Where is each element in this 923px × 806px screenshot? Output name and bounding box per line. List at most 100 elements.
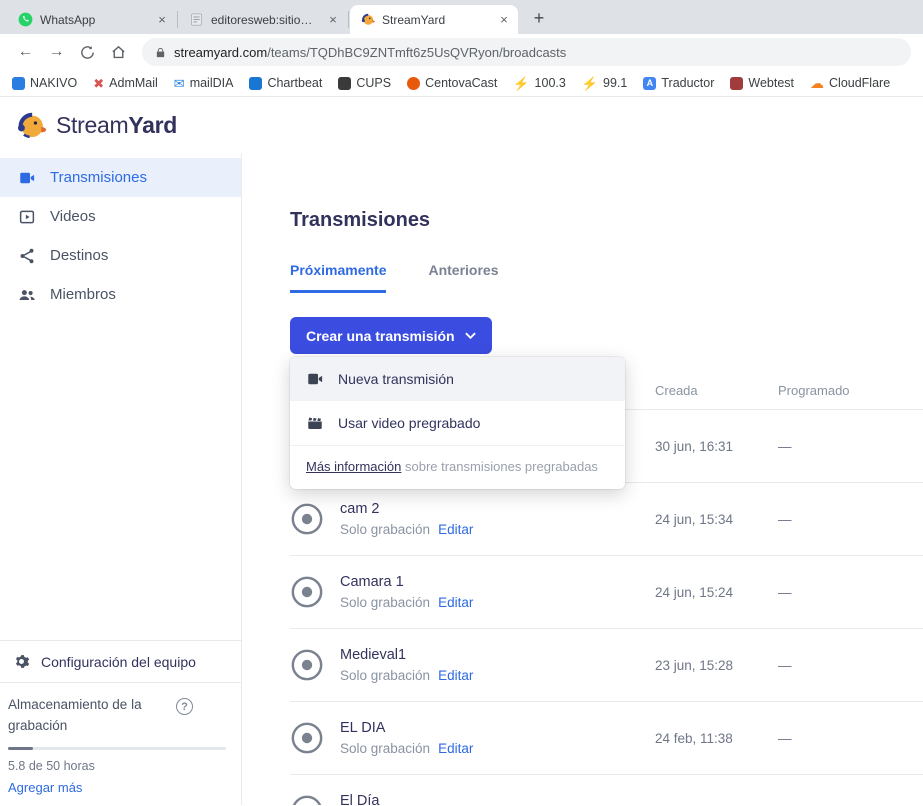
table-row[interactable]: EL DIA Solo grabaciónEditar 24 feb, 11:3… — [290, 702, 923, 775]
whatsapp-icon — [18, 12, 33, 27]
tab-title: WhatsApp — [40, 13, 147, 27]
bookmark-centovacast[interactable]: CentovaCast — [407, 76, 497, 90]
tab-whatsapp[interactable]: WhatsApp × — [8, 5, 176, 34]
broadcast-cell: EL DIA Solo grabaciónEditar — [290, 720, 655, 756]
close-tab-icon[interactable]: × — [496, 12, 512, 28]
new-tab-button[interactable]: + — [526, 5, 552, 31]
more-info-link[interactable]: Más información — [306, 459, 401, 474]
url-path: /teams/TQDhBC9ZNTmft6z5UsQVRyon/broadcas… — [267, 45, 566, 60]
streamyard-logo-icon[interactable] — [14, 109, 47, 142]
back-icon[interactable]: ← — [12, 39, 39, 66]
column-header-scheduled: Programado — [778, 383, 923, 398]
tab-title: StreamYard — [382, 13, 489, 27]
created-date: 24 jun, 15:24 — [655, 585, 778, 600]
url-text: streamyard.com/teams/TQDhBC9ZNTmft6z5UsQ… — [174, 45, 566, 60]
menu-item-label: Nueva transmisión — [338, 371, 454, 387]
chartbeat-icon — [249, 77, 262, 90]
bookmark-nakivo[interactable]: NAKIVO — [12, 76, 77, 90]
bookmark-cloudflare[interactable]: ☁CloudFlare — [810, 76, 890, 90]
broadcast-title: cam 2 — [340, 501, 473, 517]
menu-item-new-broadcast[interactable]: Nueva transmisión — [290, 357, 625, 401]
broadcast-type: Solo grabación — [340, 668, 430, 683]
sidebar-item-label: Transmisiones — [50, 169, 147, 186]
storage-progress-fill — [8, 747, 33, 750]
scheduled-date: — — [778, 658, 923, 673]
edit-link[interactable]: Editar — [438, 522, 473, 537]
close-tab-icon[interactable]: × — [325, 12, 341, 28]
bookmark-100-3[interactable]: ⚡100.3 — [513, 76, 565, 90]
table-row[interactable]: Camara 1 Solo grabaciónEditar 24 jun, 15… — [290, 556, 923, 629]
video-camera-icon — [306, 370, 324, 388]
scheduled-date: — — [778, 512, 923, 527]
create-broadcast-button[interactable]: Crear una transmisión — [290, 317, 492, 354]
webtest-icon — [730, 77, 743, 90]
bookmark-99-1[interactable]: ⚡99.1 — [582, 76, 628, 90]
tab-separator — [348, 11, 349, 28]
created-date: 24 jun, 15:34 — [655, 512, 778, 527]
bookmark-webtest[interactable]: Webtest — [730, 76, 794, 90]
streamyard-duck-icon — [360, 12, 375, 27]
record-icon — [290, 648, 324, 682]
centovacast-icon — [407, 77, 420, 90]
record-icon — [290, 575, 324, 609]
forward-icon[interactable]: → — [43, 39, 70, 66]
lightning-icon: ⚡ — [513, 77, 529, 90]
mail-x-icon: ✖ — [93, 77, 104, 90]
menu-item-label: Usar video pregrabado — [338, 415, 480, 431]
nakivo-icon — [12, 77, 25, 90]
tab-separator — [177, 11, 178, 28]
sidebar-item-destinos[interactable]: Destinos — [0, 236, 241, 275]
sidebar-item-videos[interactable]: Videos — [0, 197, 241, 236]
storage-progress-bar — [8, 747, 226, 750]
url-omnibox[interactable]: streamyard.com/teams/TQDhBC9ZNTmft6z5UsQ… — [142, 38, 911, 66]
created-date: 30 jun, 16:31 — [655, 439, 778, 454]
table-row[interactable]: cam 2 Solo grabaciónEditar 24 jun, 15:34… — [290, 483, 923, 556]
tab-eldia[interactable]: editoresweb:sitioweb:eldia.co × — [179, 5, 347, 34]
menu-item-prerecorded-video[interactable]: Usar video pregrabado — [290, 401, 625, 445]
cups-icon — [338, 77, 351, 90]
tab-proximamente[interactable]: Próximamente — [290, 262, 386, 293]
column-header-created: Creada — [655, 383, 778, 398]
scheduled-date: — — [778, 804, 923, 806]
video-file-icon — [18, 208, 36, 226]
sidebar: Transmisiones Videos Destinos Miembros — [0, 153, 242, 805]
home-icon[interactable] — [105, 39, 132, 66]
reload-icon[interactable] — [74, 39, 101, 66]
cloud-icon: ☁ — [810, 77, 824, 90]
tab-title: editoresweb:sitioweb:eldia.co — [211, 13, 318, 27]
team-settings-label: Configuración del equipo — [41, 654, 196, 670]
lightning-icon: ⚡ — [582, 77, 598, 90]
page-title: Transmisiones — [290, 209, 923, 232]
table-row[interactable]: El Día Solo grabaciónEditar 24 feb, 11:2… — [290, 775, 923, 805]
edit-link[interactable]: Editar — [438, 668, 473, 683]
share-icon — [18, 247, 36, 265]
app-body: Transmisiones Videos Destinos Miembros — [0, 153, 923, 805]
table-row[interactable]: Medieval1 Solo grabaciónEditar 23 jun, 1… — [290, 629, 923, 702]
bookmark-cups[interactable]: CUPS — [338, 76, 391, 90]
browser-tab-bar: WhatsApp × editoresweb:sitioweb:eldia.co… — [0, 0, 923, 34]
sidebar-nav: Transmisiones Videos Destinos Miembros — [0, 153, 241, 314]
team-settings-button[interactable]: Configuración del equipo — [0, 640, 241, 682]
bookmark-maildia[interactable]: ✉mailDIA — [174, 76, 234, 90]
sidebar-item-miembros[interactable]: Miembros — [0, 275, 241, 314]
record-icon — [290, 721, 324, 755]
bookmark-traductor[interactable]: ATraductor — [643, 76, 714, 90]
help-icon[interactable]: ? — [176, 698, 193, 715]
storage-usage-text: 5.8 de 50 horas — [8, 759, 227, 773]
browser-window: WhatsApp × editoresweb:sitioweb:eldia.co… — [0, 0, 923, 806]
scheduled-date: — — [778, 439, 923, 454]
tab-streamyard-active[interactable]: StreamYard × — [350, 5, 518, 34]
edit-link[interactable]: Editar — [438, 595, 473, 610]
bookmark-admmail[interactable]: ✖AdmMail — [93, 76, 158, 90]
edit-link[interactable]: Editar — [438, 741, 473, 756]
bookmark-chartbeat[interactable]: Chartbeat — [249, 76, 322, 90]
sidebar-item-transmisiones[interactable]: Transmisiones — [0, 158, 241, 197]
video-camera-icon — [18, 169, 36, 187]
sidebar-item-label: Destinos — [50, 247, 108, 264]
tab-anteriores[interactable]: Anteriores — [428, 262, 498, 293]
close-tab-icon[interactable]: × — [154, 12, 170, 28]
broadcast-cell: cam 2 Solo grabaciónEditar — [290, 501, 655, 537]
broadcast-title: EL DIA — [340, 720, 473, 736]
storage-label: Almacenamiento de la grabación — [8, 695, 176, 737]
add-more-link[interactable]: Agregar más — [8, 780, 227, 795]
